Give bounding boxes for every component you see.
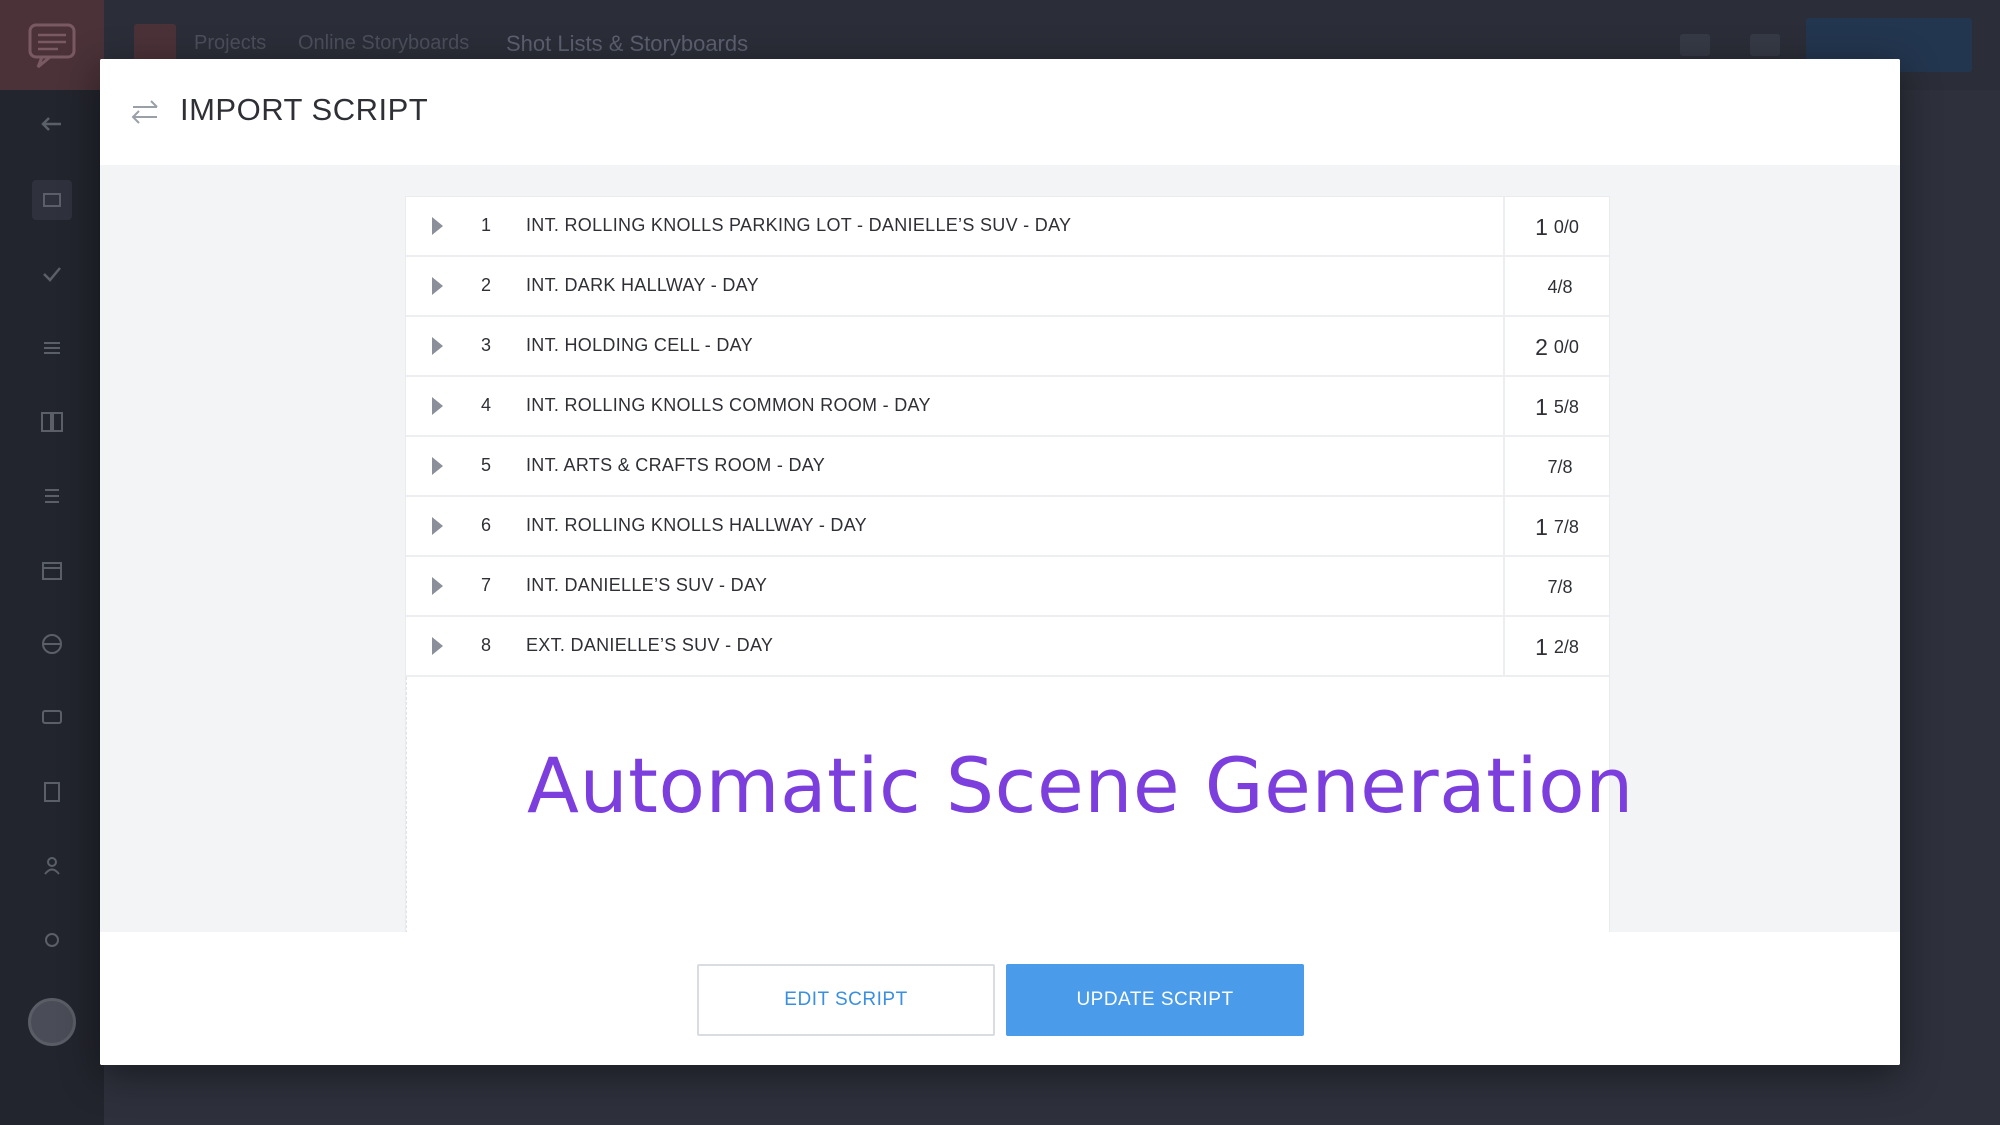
scene-length: 1 2/8: [1505, 617, 1609, 677]
modal-title: IMPORT SCRIPT: [180, 92, 429, 127]
expand-arrow-icon[interactable]: [432, 577, 443, 595]
scene-length-whole: 2: [1535, 333, 1548, 360]
scene-number: 3: [480, 335, 491, 355]
scene-heading: INT. DARK HALLWAY - DAY: [526, 275, 759, 295]
promo-area: Automatic Scene Generation: [406, 677, 1633, 963]
scene-length: 7/8: [1505, 557, 1609, 617]
modal-header: IMPORT SCRIPT: [100, 59, 1900, 165]
scene-number: 8: [480, 635, 491, 655]
scene-length: 1 0/0: [1505, 197, 1609, 257]
arrow-left-icon[interactable]: [32, 104, 72, 144]
scene-number: 4: [480, 395, 491, 415]
scene-heading: INT. ARTS & CRAFTS ROOM - DAY: [526, 455, 826, 475]
scene-length: 7/8: [1505, 437, 1609, 497]
scene-row[interactable]: 3 INT. HOLDING CELL - DAY 2 0/0: [406, 317, 1609, 377]
scene-length-eighths: 0/0: [1553, 336, 1579, 357]
scene-number: 2: [480, 275, 491, 295]
scene-length-eighths: 0/0: [1553, 216, 1579, 237]
scene-length-eighths: 2/8: [1553, 636, 1579, 657]
expand-arrow-icon[interactable]: [432, 517, 443, 535]
app-logo[interactable]: [0, 0, 104, 90]
edit-script-button[interactable]: EDIT SCRIPT: [697, 964, 995, 1036]
scene-number: 7: [480, 575, 491, 595]
scene-number: 6: [480, 515, 491, 535]
scene-heading: EXT. DANIELLE’S SUV - DAY: [526, 635, 774, 655]
breadcrumb-current-page: Shot Lists & Storyboards: [506, 31, 749, 56]
scene-row[interactable]: 1 INT. ROLLING KNOLLS PARKING LOT - DANI…: [406, 197, 1609, 257]
scene-row[interactable]: 6 INT. ROLLING KNOLLS HALLWAY - DAY 1 7/…: [406, 497, 1609, 557]
list-icon[interactable]: [32, 476, 72, 516]
scene-length-eighths: 7/8: [1553, 516, 1579, 537]
scene-row[interactable]: 5 INT. ARTS & CRAFTS ROOM - DAY 7/8: [406, 437, 1609, 497]
update-script-button[interactable]: UPDATE SCRIPT: [1006, 964, 1304, 1036]
document-icon[interactable]: [32, 772, 72, 812]
scene-length: 2 0/0: [1505, 317, 1609, 377]
scene-length: 1 7/8: [1505, 497, 1609, 557]
scene-length-eighths: 5/8: [1553, 396, 1579, 417]
scene-heading: INT. ROLLING KNOLLS HALLWAY - DAY: [526, 515, 867, 535]
people-icon[interactable]: [32, 846, 72, 886]
menu-icon[interactable]: [32, 328, 72, 368]
sidebar: [0, 0, 104, 1125]
scene-heading: INT. ROLLING KNOLLS COMMON ROOM - DAY: [526, 395, 931, 415]
expand-arrow-icon[interactable]: [432, 397, 443, 415]
expand-arrow-icon[interactable]: [432, 457, 443, 475]
top-toolbar-icon[interactable]: [1750, 34, 1780, 56]
top-toolbar-icon[interactable]: [1680, 34, 1710, 56]
globe-icon[interactable]: [32, 624, 72, 664]
chat-bubble-logo-icon: [28, 23, 76, 69]
scene-length: 1 5/8: [1505, 377, 1609, 437]
scene-length-whole: 1: [1535, 513, 1548, 540]
modal-footer: EDIT SCRIPT UPDATE SCRIPT: [100, 932, 1900, 1065]
check-icon[interactable]: [32, 254, 72, 294]
chat-icon[interactable]: [32, 698, 72, 738]
promo-caption: Automatic Scene Generation: [527, 741, 1634, 830]
scene-number: 5: [480, 455, 491, 475]
scene-row[interactable]: 2 INT. DARK HALLWAY - DAY 4/8: [406, 257, 1609, 317]
expand-arrow-icon[interactable]: [432, 337, 443, 355]
scene-length-whole: 1: [1535, 633, 1548, 660]
expand-arrow-icon[interactable]: [432, 217, 443, 235]
storyboard-icon[interactable]: [32, 402, 72, 442]
scene-heading: INT. HOLDING CELL - DAY: [526, 335, 753, 355]
breadcrumb-project[interactable]: Online Storyboards: [298, 32, 469, 55]
settings-icon[interactable]: [32, 920, 72, 960]
swap-arrows-icon: [131, 100, 158, 124]
import-script-modal: IMPORT SCRIPT 1 INT. ROLLING KNOLLS PARK…: [100, 59, 1900, 1065]
breadcrumb-projects[interactable]: Projects: [194, 32, 266, 55]
scene-row[interactable]: 4 INT. ROLLING KNOLLS COMMON ROOM - DAY …: [406, 377, 1609, 437]
calendar-icon[interactable]: [32, 550, 72, 590]
expand-arrow-icon[interactable]: [432, 637, 443, 655]
scene-row[interactable]: 7 INT. DANIELLE’S SUV - DAY 7/8: [406, 557, 1609, 617]
scene-length-eighths: 7/8: [1547, 456, 1573, 477]
expand-arrow-icon[interactable]: [432, 277, 443, 295]
scene-number: 1: [480, 215, 491, 235]
scene-length: 4/8: [1505, 257, 1609, 317]
scene-length-whole: 1: [1535, 393, 1548, 420]
avatar[interactable]: [28, 998, 76, 1046]
scene-row[interactable]: 8 EXT. DANIELLE’S SUV - DAY 1 2/8: [406, 617, 1609, 677]
scene-heading: INT. ROLLING KNOLLS PARKING LOT - DANIEL…: [526, 215, 1072, 235]
scene-list: 1 INT. ROLLING KNOLLS PARKING LOT - DANI…: [405, 196, 1633, 964]
scene-length-eighths: 7/8: [1547, 576, 1573, 597]
scene-heading: INT. DANIELLE’S SUV - DAY: [526, 575, 768, 595]
scene-length-eighths: 4/8: [1547, 276, 1573, 297]
scene-length-whole: 1: [1535, 213, 1548, 240]
home-icon[interactable]: [32, 180, 72, 220]
